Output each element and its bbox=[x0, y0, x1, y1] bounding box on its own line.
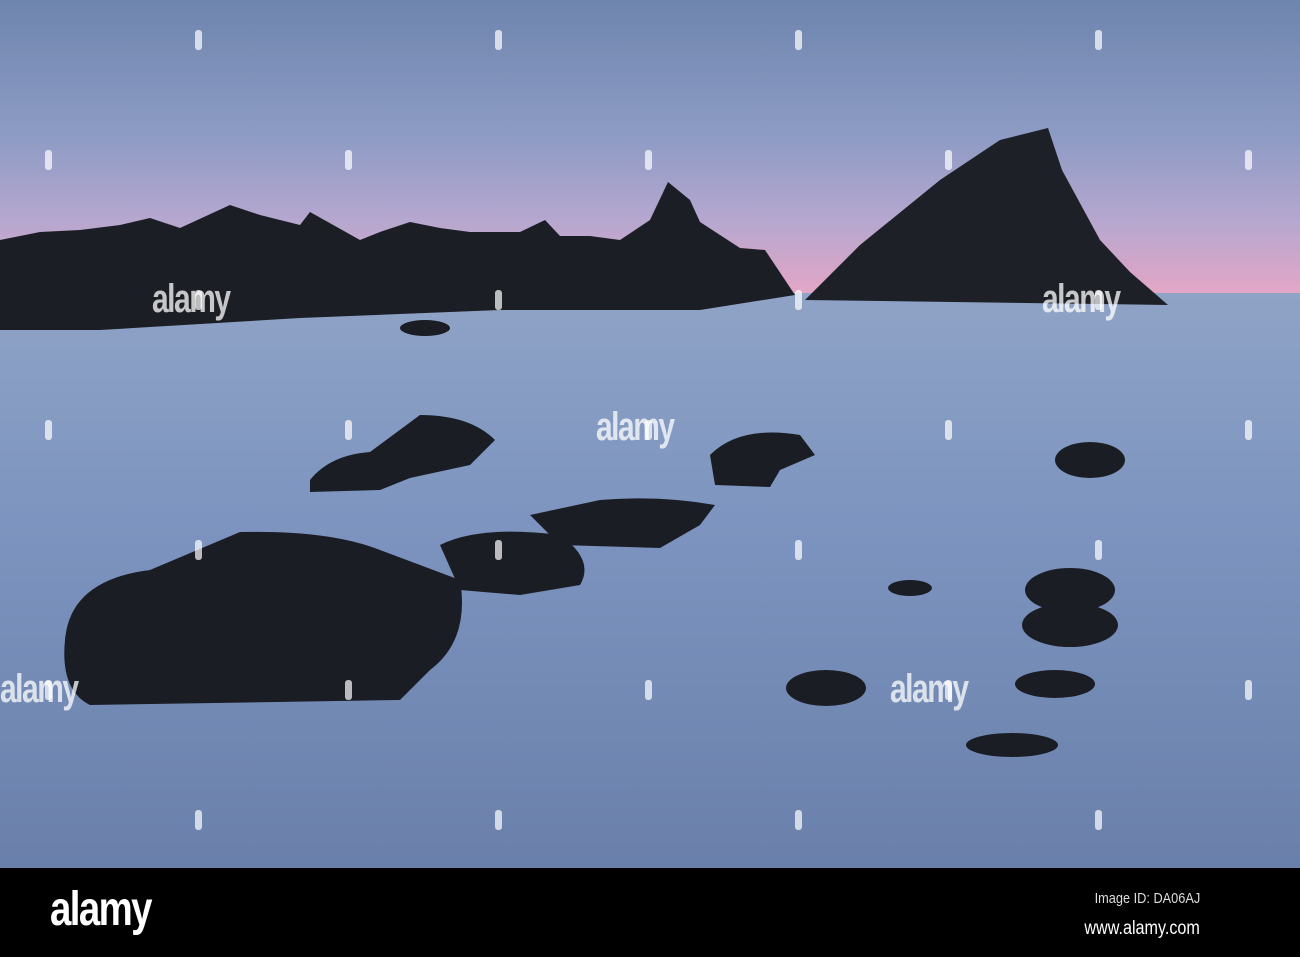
watermark-dot bbox=[1095, 810, 1102, 830]
watermark-dot bbox=[1095, 30, 1102, 50]
watermark: alamy bbox=[0, 667, 79, 711]
watermark-dot bbox=[1245, 150, 1252, 170]
watermark-dot bbox=[945, 680, 952, 700]
watermark-dot bbox=[945, 150, 952, 170]
watermark: alamy bbox=[890, 667, 969, 711]
watermark-dot bbox=[795, 290, 802, 310]
watermark-dot bbox=[495, 540, 502, 560]
watermark-dot bbox=[45, 150, 52, 170]
watermark-dot bbox=[1095, 540, 1102, 560]
watermark-dot bbox=[495, 810, 502, 830]
footer-bar: alamy Image ID: DA06AJ www.alamy.com bbox=[0, 868, 1300, 957]
watermark-dot bbox=[1245, 680, 1252, 700]
watermark: alamy bbox=[152, 277, 231, 321]
alamy-logo: alamy bbox=[50, 883, 152, 936]
watermark: alamy bbox=[1042, 277, 1121, 321]
watermark-dot bbox=[45, 420, 52, 440]
image-id: Image ID: DA06AJ bbox=[1094, 890, 1200, 907]
watermark-dot bbox=[795, 540, 802, 560]
watermark-dot bbox=[1245, 420, 1252, 440]
watermark-dot bbox=[345, 420, 352, 440]
watermark-dot bbox=[795, 30, 802, 50]
watermark-dot bbox=[195, 30, 202, 50]
watermark-dot bbox=[195, 810, 202, 830]
watermark-dot bbox=[495, 290, 502, 310]
watermark-dot bbox=[795, 810, 802, 830]
watermark-dot bbox=[645, 420, 652, 440]
watermark: alamy bbox=[596, 405, 675, 449]
watermark-dot bbox=[945, 420, 952, 440]
watermark-dot bbox=[195, 290, 202, 310]
watermark-dot bbox=[345, 150, 352, 170]
watermark-dot bbox=[645, 680, 652, 700]
watermark-dot bbox=[195, 540, 202, 560]
watermark-dot bbox=[645, 150, 652, 170]
watermark-dot bbox=[1095, 290, 1102, 310]
watermark-dot bbox=[345, 680, 352, 700]
watermark-dot bbox=[495, 30, 502, 50]
watermark-dot bbox=[45, 680, 52, 700]
website-link[interactable]: www.alamy.com bbox=[1085, 918, 1200, 940]
stock-photo: alamy alamy alamy alamy alamy alamy Imag… bbox=[0, 0, 1300, 957]
